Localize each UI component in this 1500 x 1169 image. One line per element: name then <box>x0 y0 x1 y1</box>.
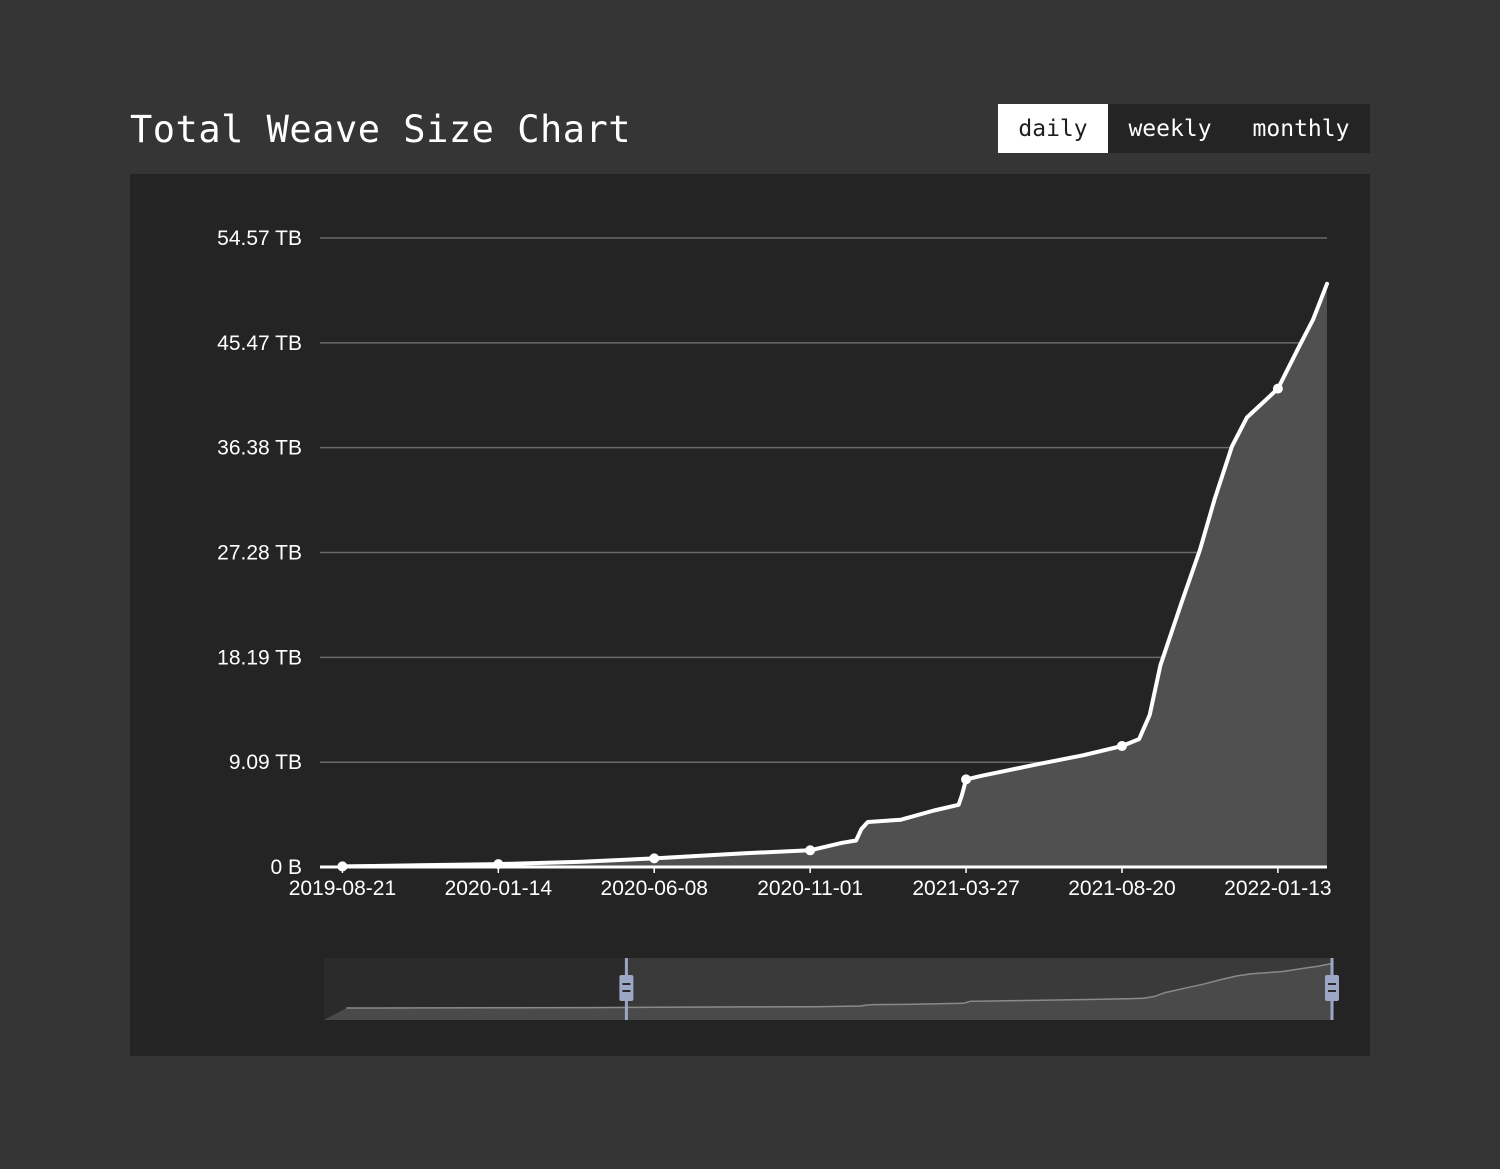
y-tick-label: 27.28 TB <box>217 542 302 565</box>
y-tick-label: 45.47 TB <box>217 332 302 355</box>
period-weekly-button[interactable]: weekly <box>1108 104 1232 153</box>
data-point <box>1116 740 1127 751</box>
data-point <box>649 853 660 864</box>
x-tick-label: 2021-08-20 <box>1068 877 1175 900</box>
x-tick-label: 2020-11-01 <box>757 877 863 900</box>
y-tick-label: 36.38 TB <box>217 437 302 460</box>
period-daily-button[interactable]: daily <box>998 104 1108 153</box>
area-layer <box>340 281 1329 869</box>
data-point <box>805 845 816 856</box>
data-point <box>1272 383 1283 394</box>
period-switch: daily weekly monthly <box>998 104 1370 153</box>
y-tick-label: 0 B <box>270 856 302 879</box>
y-tick-label: 9.09 TB <box>229 751 302 774</box>
x-tick-label: 2020-06-08 <box>601 877 708 900</box>
x-tick-label: 2022-01-13 <box>1224 877 1331 900</box>
page-title: Total Weave Size Chart <box>130 108 632 151</box>
period-monthly-button[interactable]: monthly <box>1232 104 1370 153</box>
data-zoom-slider[interactable] <box>324 958 1339 1020</box>
weave-size-chart: 0 B 9.09 TB 18.19 TB 27.28 TB 36.38 TB 45.47 … <box>217 227 1339 1020</box>
data-point <box>337 861 348 872</box>
handle-grip <box>619 975 634 1001</box>
x-axis: 2019-08-21 2020-01-14 2020-06-08 2020-11-01… <box>289 865 1332 900</box>
series-area <box>342 283 1327 867</box>
y-axis: 0 B 9.09 TB 18.19 TB 27.28 TB 36.38 TB 45.47 … <box>217 227 302 879</box>
y-tick-label: 54.57 TB <box>217 227 302 250</box>
data-point <box>961 774 972 785</box>
y-tick-label: 18.19 TB <box>217 646 302 669</box>
x-tick-label: 2019-08-21 <box>289 877 396 900</box>
chart-panel: 0 B 9.09 TB 18.19 TB 27.28 TB 36.38 TB 45.47 … <box>130 174 1370 1056</box>
handle-grip <box>1325 975 1339 1001</box>
x-tick-label: 2021-03-27 <box>912 877 1019 900</box>
x-tick-label: 2020-01-14 <box>445 877 553 900</box>
data-point <box>493 859 504 870</box>
